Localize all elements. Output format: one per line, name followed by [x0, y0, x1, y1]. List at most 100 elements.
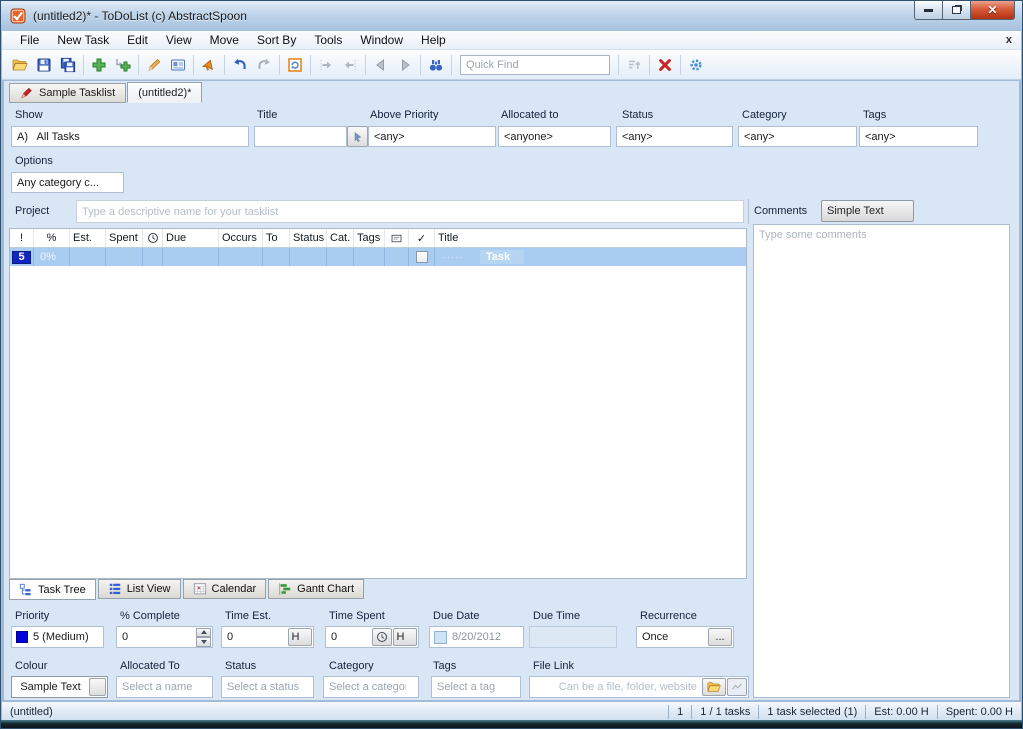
- menu-window[interactable]: Window: [351, 32, 412, 48]
- category-attr-combo[interactable]: Select a category: [323, 676, 419, 698]
- column-cat[interactable]: Cat.: [327, 229, 354, 247]
- time-spent-unit-button[interactable]: H: [393, 628, 417, 646]
- tab-calendar[interactable]: Calendar: [183, 579, 267, 599]
- column-to[interactable]: To: [263, 229, 290, 247]
- menu-help[interactable]: Help: [412, 32, 455, 48]
- priority-combo[interactable]: 5 (Medium): [11, 626, 104, 648]
- time-spent-field[interactable]: H: [325, 626, 419, 648]
- menu-sort-by[interactable]: Sort By: [248, 32, 305, 48]
- step-down-button[interactable]: [196, 637, 211, 647]
- column-occurs[interactable]: Occurs: [219, 229, 263, 247]
- minimize-button[interactable]: [914, 1, 943, 20]
- due-time-combo[interactable]: [529, 626, 617, 648]
- toggle-sorting-button[interactable]: [622, 53, 646, 77]
- column-tags[interactable]: Tags: [354, 229, 385, 247]
- status-filter-combo[interactable]: <any>: [616, 126, 733, 147]
- menu-new-task[interactable]: New Task: [48, 32, 118, 48]
- menu-view[interactable]: View: [157, 32, 201, 48]
- file-link-field[interactable]: [529, 676, 749, 698]
- recurrence-input[interactable]: [637, 627, 708, 647]
- restore-button[interactable]: [942, 1, 971, 20]
- save-all-button[interactable]: [56, 53, 80, 77]
- show-filter-combo[interactable]: A) All Tasks: [11, 126, 249, 147]
- above-priority-filter-combo[interactable]: <any>: [368, 126, 496, 147]
- preferences-button[interactable]: [684, 53, 708, 77]
- tags-attr-combo[interactable]: Select a tag: [431, 676, 521, 698]
- percent-complete-stepper[interactable]: [196, 628, 211, 647]
- column-due[interactable]: Due: [163, 229, 219, 247]
- file-link-input[interactable]: [530, 677, 702, 697]
- undo-button[interactable]: [228, 53, 252, 77]
- edit-task-button[interactable]: [142, 53, 166, 77]
- due-date-checkbox[interactable]: [434, 631, 447, 644]
- colour-combo[interactable]: Sample Text: [11, 676, 108, 698]
- task-title[interactable]: Task: [480, 250, 524, 264]
- colour-dropdown-button[interactable]: [89, 678, 106, 696]
- column-est[interactable]: Est.: [70, 229, 106, 247]
- column-percent[interactable]: %: [34, 229, 70, 247]
- column-file-ref[interactable]: [385, 229, 409, 247]
- tab-list-view[interactable]: List View: [98, 579, 181, 599]
- column-title[interactable]: Title: [435, 229, 746, 247]
- move-task-right-button[interactable]: [314, 53, 338, 77]
- percent-complete-field[interactable]: [116, 626, 213, 648]
- time-est-input[interactable]: [222, 627, 288, 647]
- recurrence-browse-button[interactable]: ...: [708, 628, 732, 646]
- project-field[interactable]: [76, 200, 744, 223]
- menu-edit[interactable]: Edit: [118, 32, 157, 48]
- tab-task-tree[interactable]: Task Tree: [9, 579, 96, 600]
- menu-file[interactable]: File: [11, 32, 48, 48]
- find-tasks-button[interactable]: [424, 53, 448, 77]
- category-filter-combo[interactable]: <any>: [738, 126, 857, 147]
- status-attr-combo[interactable]: Select a status: [221, 676, 314, 698]
- time-spent-input[interactable]: [326, 627, 372, 647]
- title-filter-input[interactable]: [255, 127, 346, 146]
- due-date-picker[interactable]: 8/20/2012: [429, 626, 524, 648]
- tags-filter-combo[interactable]: <any>: [859, 126, 978, 147]
- title-filter-options-button[interactable]: [347, 126, 368, 147]
- menu-tools[interactable]: Tools: [305, 32, 351, 48]
- column-status[interactable]: Status: [290, 229, 327, 247]
- redo-button[interactable]: [252, 53, 276, 77]
- menubar-close-icon[interactable]: x: [1006, 34, 1012, 46]
- step-up-button[interactable]: [196, 628, 211, 638]
- maximize-tasklist-button[interactable]: [283, 53, 307, 77]
- spellcheck-button[interactable]: [197, 53, 221, 77]
- allocated-to-combo[interactable]: Select a name: [116, 676, 213, 698]
- percent-complete-input[interactable]: [117, 627, 196, 647]
- recurrence-field[interactable]: ...: [636, 626, 734, 648]
- column-time-tracking[interactable]: [143, 229, 163, 247]
- task-list-empty-area[interactable]: [10, 266, 746, 578]
- new-subtask-button[interactable]: [111, 53, 135, 77]
- move-task-left-button[interactable]: [338, 53, 362, 77]
- time-est-unit-button[interactable]: H: [288, 628, 312, 646]
- title-filter-field[interactable]: [254, 126, 347, 147]
- task-done-checkbox[interactable]: [416, 251, 428, 263]
- close-button[interactable]: ✕: [970, 1, 1015, 20]
- quick-find-input[interactable]: [466, 59, 594, 71]
- open-tasklist-button[interactable]: [8, 53, 32, 77]
- save-tasklist-button[interactable]: [32, 53, 56, 77]
- file-link-view-button[interactable]: [727, 678, 747, 696]
- tab-gantt-chart[interactable]: Gantt Chart: [268, 579, 364, 599]
- quick-find-combo[interactable]: [460, 55, 610, 75]
- time-est-field[interactable]: H: [221, 626, 314, 648]
- column-priority[interactable]: !: [10, 229, 34, 247]
- project-input[interactable]: [77, 201, 743, 222]
- tab-current-tasklist[interactable]: (untitled2)*: [127, 82, 202, 103]
- column-check[interactable]: ✓: [409, 229, 435, 247]
- track-time-button[interactable]: [372, 628, 392, 646]
- comments-format-combo[interactable]: Simple Text: [821, 200, 914, 222]
- set-task-icon-button[interactable]: [166, 53, 190, 77]
- options-combo[interactable]: Any category c...: [11, 172, 124, 193]
- comments-textarea[interactable]: [754, 225, 1009, 697]
- previous-task-button[interactable]: [369, 53, 393, 77]
- allocated-to-filter-combo[interactable]: <anyone>: [498, 126, 611, 147]
- column-spent[interactable]: Spent: [106, 229, 143, 247]
- menu-move[interactable]: Move: [201, 32, 248, 48]
- delete-task-button[interactable]: [653, 53, 677, 77]
- file-link-browse-button[interactable]: [702, 678, 726, 696]
- task-row[interactable]: 5 0% ····· Task: [10, 248, 746, 266]
- next-task-button[interactable]: [393, 53, 417, 77]
- new-task-button[interactable]: [87, 53, 111, 77]
